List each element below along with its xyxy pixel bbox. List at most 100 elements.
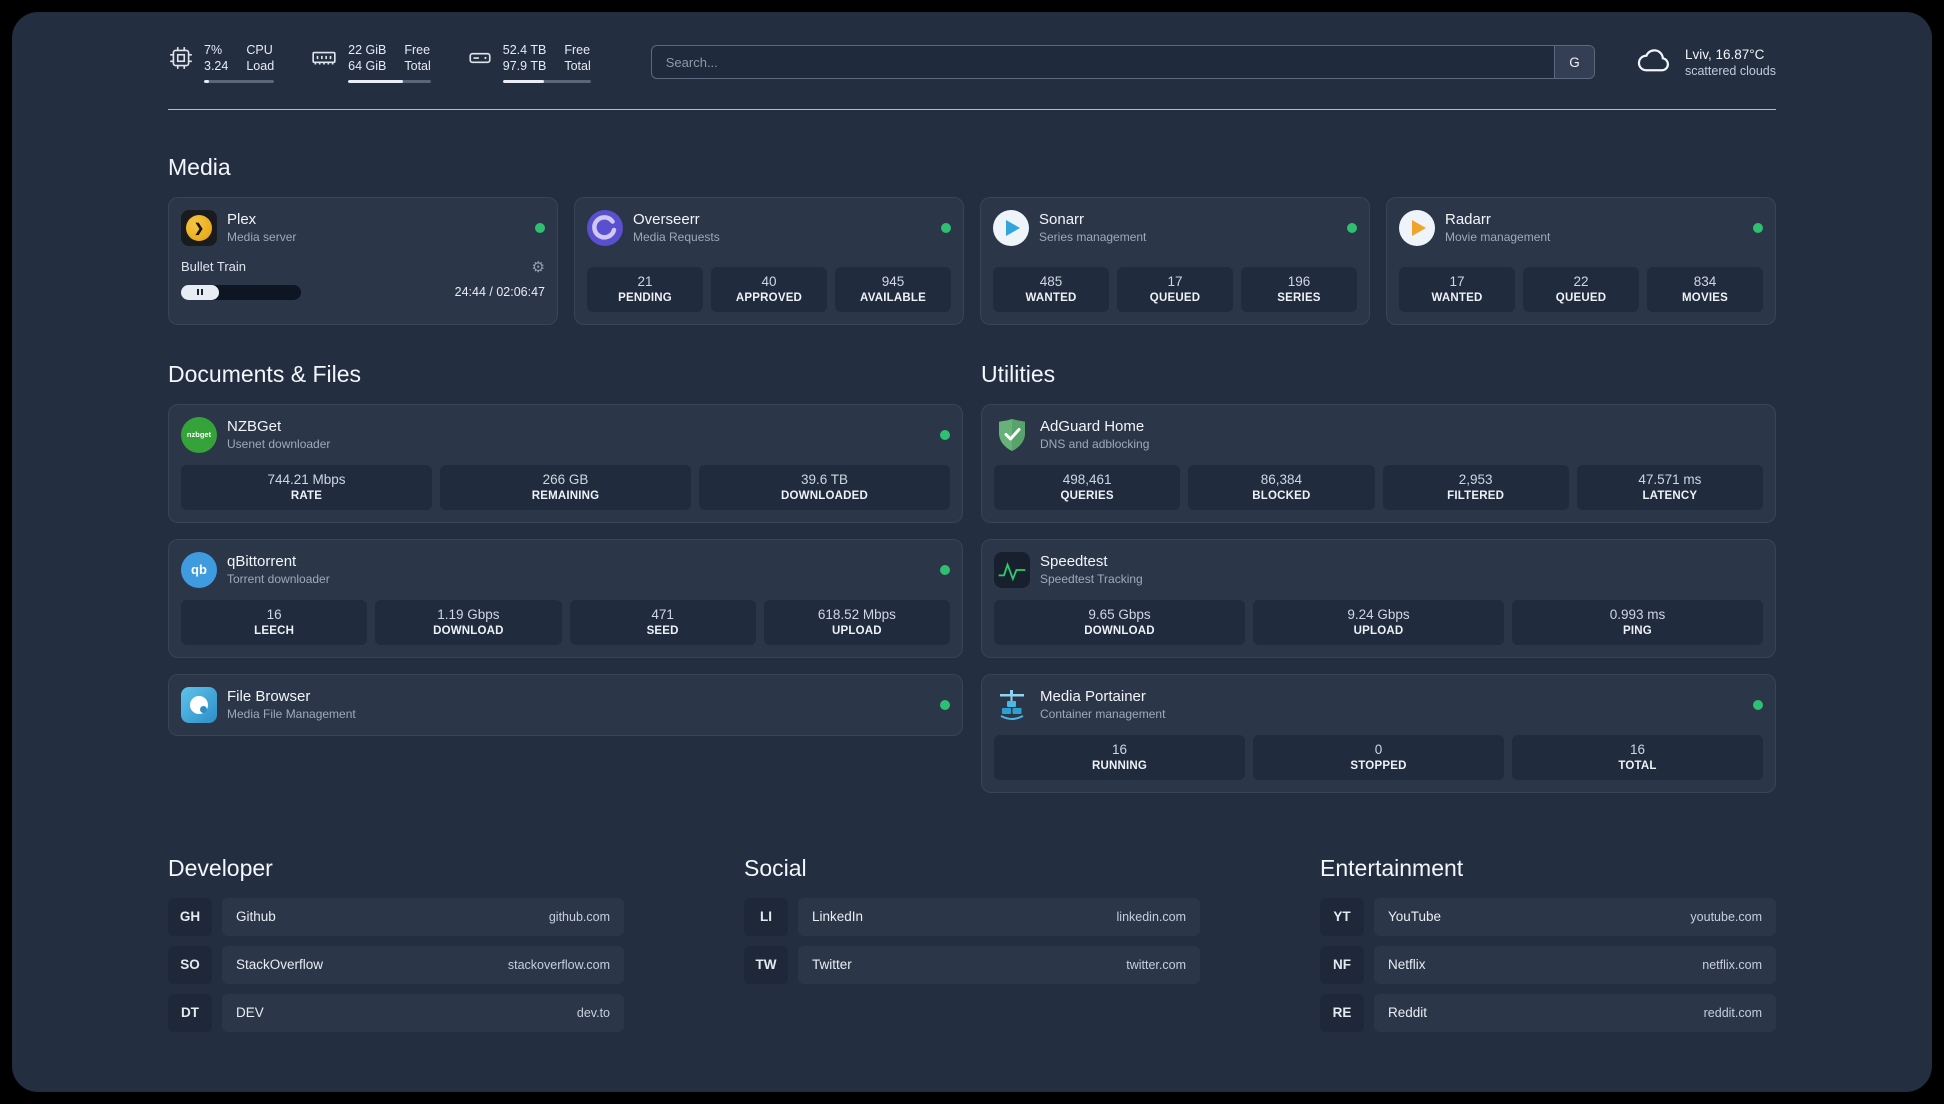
app-card-adguard[interactable]: AdGuard Home DNS and adblocking 498,461 … [981, 403, 1776, 523]
stat-tile: 21 PENDING [587, 266, 703, 312]
stat-tile: 2,953 FILTERED [1382, 464, 1569, 510]
cpu-label-2: Load [246, 59, 275, 74]
bookmark-twitter[interactable]: TW Twitter twitter.com [744, 945, 1200, 984]
stat-label: DOWNLOADED [781, 489, 868, 502]
bookmark-linkedin[interactable]: LI LinkedIn linkedin.com [744, 897, 1200, 936]
stat-tile: 945 AVAILABLE [835, 266, 951, 312]
stat-value: 471 [651, 606, 674, 622]
bookmark-url: reddit.com [1703, 1005, 1762, 1020]
bookmark-abbr: GH [168, 897, 212, 936]
header-divider [168, 108, 1776, 110]
stat-value: 0.993 ms [1609, 606, 1666, 622]
app-card-nzbget[interactable]: nzbget NZBGet Usenet downloader 744.21 M… [168, 403, 963, 523]
bookmark-url: youtube.com [1690, 909, 1762, 924]
app-name: Overseerr [633, 211, 700, 228]
bookmark-github[interactable]: GH Github github.com [168, 897, 624, 936]
app-subtitle: Media Requests [633, 230, 720, 244]
plex-icon: ❯ [181, 209, 217, 246]
gear-icon[interactable]: ⚙ [532, 258, 545, 276]
overseerr-icon [587, 209, 623, 246]
bookmark-url: netflix.com [1702, 957, 1762, 972]
app-card-portainer[interactable]: Media Portainer Container management 16 … [981, 673, 1776, 793]
app-subtitle: Media File Management [227, 707, 356, 721]
stat-tile: 485 WANTED [993, 266, 1109, 312]
app-card-qbittorrent[interactable]: qb qBittorrent Torrent downloader 16 LEE… [168, 538, 963, 658]
cloud-icon [1635, 45, 1673, 80]
status-dot [941, 222, 951, 233]
stat-label: APPROVED [735, 291, 803, 304]
stat-value: 744.21 Mbps [267, 471, 346, 487]
bookmark-dev[interactable]: DT DEV dev.to [168, 993, 624, 1032]
stat-value: 17 [1167, 273, 1183, 289]
search-engine-button[interactable]: G [1553, 46, 1594, 79]
bookmark-abbr: TW [744, 945, 788, 984]
stat-label: PING [1623, 624, 1652, 637]
stat-label: TOTAL [1618, 759, 1657, 772]
section-title-entertainment: Entertainment [1320, 854, 1464, 881]
bookmark-url: github.com [548, 909, 610, 924]
app-subtitle: Movie management [1445, 230, 1551, 244]
app-card-radarr[interactable]: Radarr Movie management 17 WANTED 22 QUE… [1386, 196, 1776, 325]
app-name: NZBGet [227, 418, 282, 435]
bookmark-name: LinkedIn [812, 909, 864, 924]
stat-tile: 266 GB REMAINING [440, 464, 691, 510]
stat-value: 1.19 Gbps [437, 606, 500, 622]
disk-free-value: 52.4 TB [502, 43, 547, 57]
stat-label: BLOCKED [1252, 489, 1311, 502]
stat-value: 498,461 [1062, 471, 1112, 487]
section-title-media: Media [168, 153, 231, 180]
bookmark-reddit[interactable]: RE Reddit reddit.com [1320, 993, 1776, 1032]
stat-label: UPLOAD [831, 624, 882, 637]
disk-label-1: Free [564, 43, 591, 57]
stat-value: 9.24 Gbps [1347, 606, 1410, 622]
cpu-stat: 7% 3.24 CPU Load [168, 42, 275, 83]
stat-tile: 22 QUEUED [1523, 266, 1639, 312]
pause-icon[interactable] [181, 284, 219, 300]
stat-value: 86,384 [1260, 471, 1303, 487]
app-card-speedtest[interactable]: Speedtest Speedtest Tracking 9.65 Gbps D… [981, 538, 1776, 658]
bookmark-name: StackOverflow [236, 957, 324, 972]
stat-label: SERIES [1277, 291, 1321, 304]
app-card-sonarr[interactable]: Sonarr Series management 485 WANTED 17 Q… [980, 196, 1370, 325]
bookmark-name: Netflix [1388, 957, 1426, 972]
utilities-column: Utilities AdGuard Home DNS and adblockin… [981, 325, 1776, 809]
stat-value: 834 [1693, 273, 1717, 289]
app-name: Plex [227, 211, 257, 228]
app-name: File Browser [227, 688, 311, 705]
status-dot [535, 222, 545, 233]
dashboard-panel: 7% 3.24 CPU Load 22 GiB 64 GiB Free Tota… [12, 12, 1932, 1092]
stat-label: QUEUED [1555, 291, 1607, 304]
stat-tile: 16 LEECH [181, 599, 368, 645]
bookmark-netflix[interactable]: NF Netflix netflix.com [1320, 945, 1776, 984]
stat-tile: 618.52 Mbps UPLOAD [763, 599, 950, 645]
bookmark-youtube[interactable]: YT YouTube youtube.com [1320, 897, 1776, 936]
ram-free-value: 22 GiB [348, 43, 387, 57]
bookmark-abbr: NF [1320, 945, 1364, 984]
media-grid: ❯ Plex Media server Bullet Train ⚙ 24:44… [168, 196, 1776, 325]
app-card-overseerr[interactable]: Overseerr Media Requests 21 PENDING 40 A… [574, 196, 964, 325]
stat-label: WANTED [1025, 291, 1077, 304]
ram-total-value: 64 GiB [348, 59, 387, 74]
bookmark-url: dev.to [576, 1005, 610, 1020]
status-dot [1347, 222, 1357, 233]
stat-label: SEED [646, 624, 679, 637]
status-dot [1753, 699, 1763, 710]
stat-label: PENDING [618, 291, 672, 304]
stat-value: 618.52 Mbps [817, 606, 896, 622]
app-subtitle: Torrent downloader [227, 572, 330, 586]
search-input[interactable] [651, 46, 1554, 79]
app-card-filebrowser[interactable]: File Browser Media File Management [168, 673, 963, 736]
bookmark-url: twitter.com [1126, 957, 1186, 972]
stat-tile: 1.19 Gbps DOWNLOAD [375, 599, 562, 645]
weather-widget[interactable]: Lviv, 16.87°C scattered clouds [1635, 45, 1776, 80]
weather-condition: scattered clouds [1684, 63, 1776, 78]
app-card-plex[interactable]: ❯ Plex Media server Bullet Train ⚙ 24:44… [168, 196, 558, 325]
bookmark-stackoverflow[interactable]: SO StackOverflow stackoverflow.com [168, 945, 624, 984]
filebrowser-icon [181, 686, 217, 723]
seek-bar[interactable] [181, 284, 301, 300]
qbittorrent-icon: qb [181, 551, 217, 588]
speedtest-icon [994, 551, 1030, 588]
cpu-icon [168, 45, 194, 71]
bookmark-name: DEV [236, 1005, 264, 1020]
header: 7% 3.24 CPU Load 22 GiB 64 GiB Free Tota… [168, 42, 1776, 83]
